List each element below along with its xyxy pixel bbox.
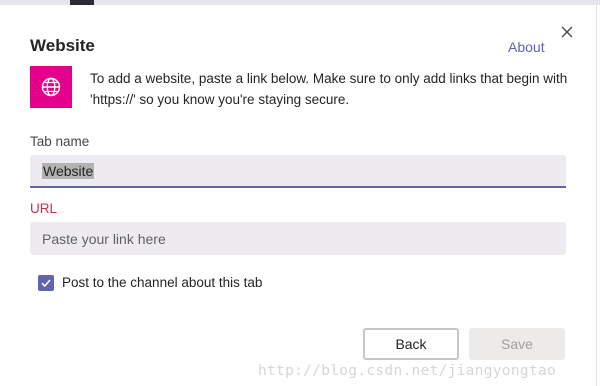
website-tab-dialog: Website About To add a website, paste a … bbox=[0, 5, 597, 386]
watermark: http://blog.csdn.net/jiangyongtao bbox=[258, 363, 556, 379]
save-button[interactable]: Save bbox=[469, 328, 565, 360]
dialog-title: Website bbox=[30, 36, 95, 55]
about-link[interactable]: About bbox=[508, 39, 545, 55]
website-app-icon bbox=[30, 66, 72, 108]
tab-name-label: Tab name bbox=[30, 134, 90, 149]
dialog-description: To add a website, paste a link below. Ma… bbox=[90, 71, 568, 107]
tab-name-value: Website bbox=[42, 162, 95, 179]
url-placeholder: Paste your link here bbox=[42, 230, 166, 247]
close-icon[interactable] bbox=[559, 24, 575, 40]
post-to-channel-checkbox[interactable] bbox=[38, 275, 54, 291]
tab-name-input[interactable]: Website bbox=[30, 155, 566, 188]
post-to-channel-label[interactable]: Post to the channel about this tab bbox=[62, 275, 262, 290]
checkmark-icon bbox=[41, 279, 51, 288]
globe-icon bbox=[41, 77, 61, 97]
url-label: URL bbox=[30, 201, 58, 216]
back-button[interactable]: Back bbox=[363, 328, 459, 360]
url-input[interactable]: Paste your link here bbox=[30, 222, 566, 255]
